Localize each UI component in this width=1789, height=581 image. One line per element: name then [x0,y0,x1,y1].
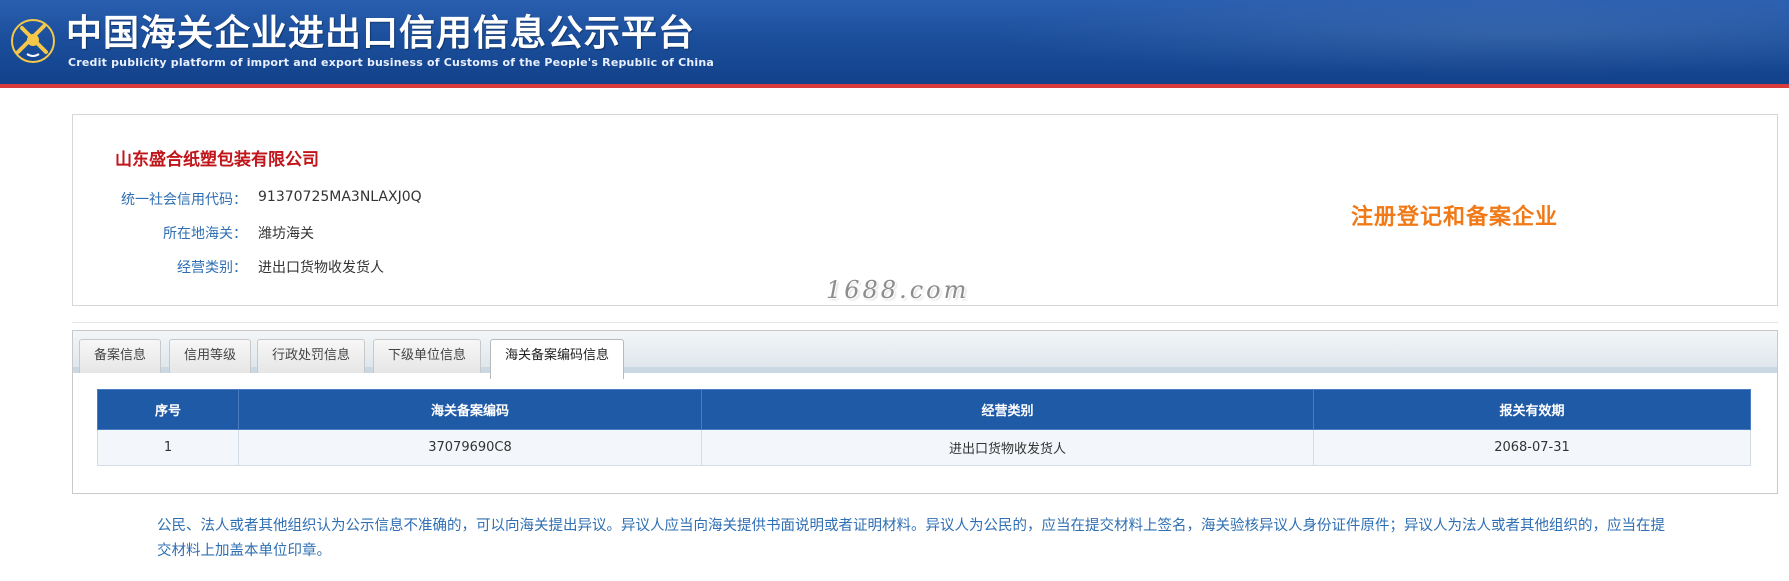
company-name: 山东盛合纸塑包装有限公司 [115,150,319,170]
col-index-header: 序号 [97,389,239,430]
cell-index: 1 [97,429,239,466]
tab-penalty-info[interactable]: 行政处罚信息 [257,339,366,373]
registration-status: 注册登记和备案企业 [1351,205,1559,230]
customs-label: 所在地海关： [163,226,247,242]
tab-filing-info[interactable]: 备案信息 [79,339,162,373]
credit-code-value: 91370725MA3NLAXJ0Q [258,189,422,205]
customs-value: 潍坊海关 [258,226,314,242]
tab-bar: 备案信息 信用等级 行政处罚信息 下级单位信息 海关备案编码信息 [73,331,1777,379]
tab-subordinate-units[interactable]: 下级单位信息 [373,339,482,373]
objection-notice: 公民、法人或者其他组织认为公示信息不准确的，可以向海关提出异议。异议人应当向海关… [157,518,1665,559]
site-subtitle: Credit publicity platform of import and … [68,56,715,69]
cell-customs-code: 37079690C8 [238,429,702,466]
cell-business-type: 进出口货物收发货人 [701,429,1314,466]
tab-customs-code-info[interactable]: 海关备案编码信息 [490,339,625,379]
business-type-value: 进出口货物收发货人 [258,260,384,276]
col-code-header: 海关备案编码 [238,389,702,430]
col-validity-header: 报关有效期 [1313,389,1751,430]
tab-credit-rating[interactable]: 信用等级 [169,339,252,373]
cell-validity-date: 2068-07-31 [1313,429,1751,466]
table-row: 1 37079690C8 进出口货物收发货人 2068-07-31 [97,429,1751,466]
section-divider [72,322,1778,323]
col-business-type-header: 经营类别 [701,389,1314,430]
customs-emblem-icon [11,19,55,63]
credit-code-label: 统一社会信用代码： [121,192,247,208]
header-banner: 中国海关企业进出口信用信息公示平台 Credit publicity platf… [0,0,1789,88]
watermark-1688: 1688.com [826,276,970,304]
site-title: 中国海关企业进出口信用信息公示平台 [66,13,696,54]
info-tab-panel: 备案信息 信用等级 行政处罚信息 下级单位信息 海关备案编码信息 序号 海关备案… [72,330,1778,494]
table-header-row: 序号 海关备案编码 经营类别 报关有效期 [97,389,1751,430]
customs-code-table: 序号 海关备案编码 经营类别 报关有效期 1 37079690C8 进出口货物收… [97,389,1751,466]
business-type-label: 经营类别： [177,260,247,276]
